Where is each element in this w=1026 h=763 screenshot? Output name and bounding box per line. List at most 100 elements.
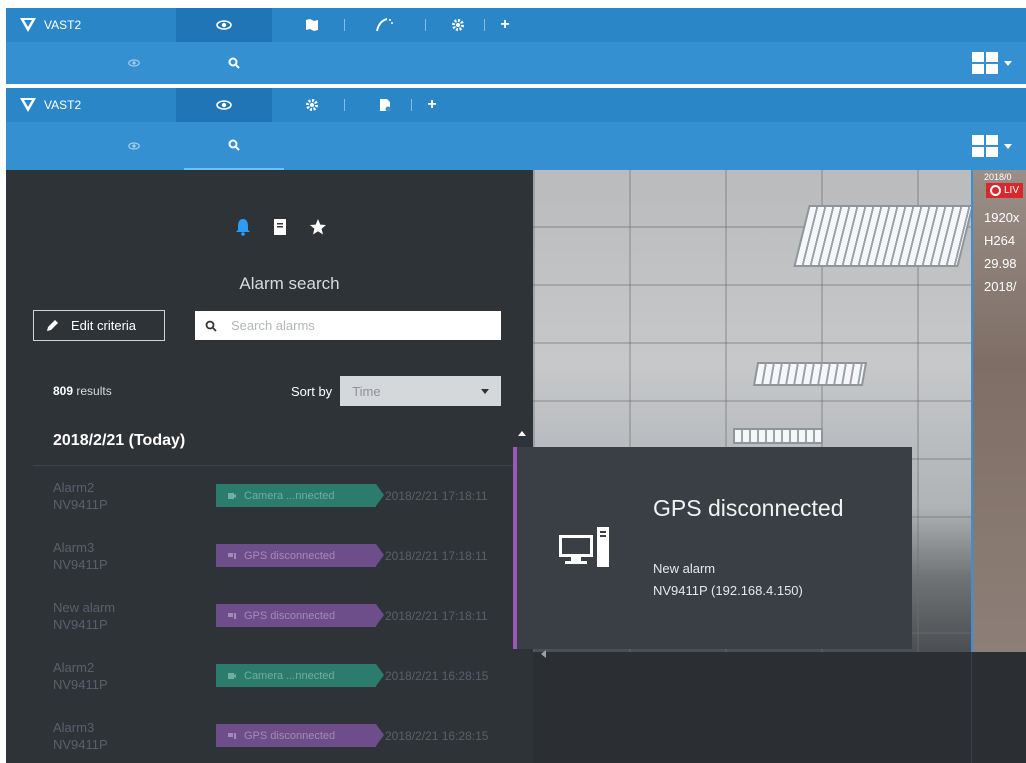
sort-label: Sort by — [291, 383, 333, 399]
add-tab-button[interactable]: + — [422, 88, 442, 122]
alarm-time: 2018/2/21 17:18:11 — [385, 549, 488, 563]
alarm-type-tag: GPS disconnected — [216, 604, 384, 627]
results-number: 809 — [53, 384, 74, 398]
brand-name: VAST2 — [44, 18, 82, 32]
panel-mode-icons — [6, 218, 533, 236]
camera-icon — [228, 492, 236, 499]
search-icon — [205, 320, 217, 332]
alarm-name: New alarm — [53, 600, 116, 615]
edit-criteria-button[interactable]: Edit criteria — [33, 310, 165, 341]
alarm-time: 2018/2/21 17:18:11 — [385, 609, 488, 623]
add-tab-button[interactable]: + — [495, 8, 515, 42]
osd-resolution: 1920x — [984, 210, 1020, 225]
alarm-list-item[interactable]: New alarm NV9411P GPS disconnected 2018/… — [6, 594, 533, 654]
search-alarms-input[interactable] — [231, 318, 481, 333]
alarm-time: 2018/2/21 16:28:15 — [385, 729, 489, 743]
bell-icon[interactable] — [235, 218, 251, 236]
tab-liveview[interactable] — [176, 8, 272, 42]
collapse-panel-icon[interactable] — [541, 650, 546, 658]
brand[interactable]: VAST2 — [6, 98, 176, 112]
layout-selector[interactable] — [972, 135, 1012, 157]
osd-date: 2018/ — [984, 279, 1017, 294]
alarm-device: NV9411P — [53, 557, 108, 572]
alarm-list-item[interactable]: Alarm2 NV9411P Camera ...nnected 2018/2/… — [6, 654, 533, 714]
sort-control: Sort by Time — [291, 376, 502, 406]
star-icon[interactable] — [309, 218, 327, 236]
scroll-up-icon[interactable] — [518, 431, 526, 436]
alarm-tag-label: GPS disconnected — [244, 729, 336, 742]
alarm-type-tag: GPS disconnected — [216, 544, 384, 567]
brand-name: VAST2 — [44, 98, 82, 112]
sub-tab-view[interactable] — [84, 122, 184, 170]
chevron-down-icon — [481, 388, 490, 394]
alarm-list-item[interactable]: Alarm3 NV9411P GPS disconnected 2018/2/2… — [6, 714, 533, 763]
layout-grid-icon — [972, 135, 998, 157]
sub-tab-search[interactable] — [184, 122, 284, 170]
brand[interactable]: VAST2 — [6, 18, 176, 32]
chevron-down-icon — [1004, 60, 1012, 66]
analytics-icon — [376, 18, 393, 32]
eye-icon — [128, 59, 140, 67]
vivotek-logo-icon — [20, 18, 36, 32]
alarm-notification-popup[interactable]: GPS disconnected New alarm NV9411P (192.… — [513, 447, 912, 649]
alarm-name: Alarm3 — [53, 540, 95, 555]
pencil-icon — [47, 320, 58, 331]
tab-settings[interactable] — [272, 88, 352, 122]
computer-icon — [559, 527, 609, 567]
alarm-name: Alarm3 — [53, 720, 95, 735]
osd-timestamp: 2018/0 — [984, 172, 1012, 182]
alarm-device: NV9411P — [53, 737, 108, 752]
tab-file-settings[interactable] — [345, 88, 425, 122]
ceiling-light — [733, 428, 823, 444]
live-label: LIV — [1004, 185, 1020, 196]
alarm-tag-label: Camera ...nnected — [244, 489, 335, 502]
computer-icon — [228, 612, 236, 619]
alarm-device: NV9411P — [53, 497, 108, 512]
map-icon — [306, 19, 318, 31]
eye-icon — [216, 100, 232, 110]
popup-title: GPS disconnected — [653, 495, 844, 521]
top-bar-primary: VAST2 + — [6, 8, 1026, 42]
chevron-down-icon — [1004, 143, 1012, 149]
alarm-type-tag: Camera ...nnected — [216, 484, 384, 507]
alarm-device: NV9411P — [53, 677, 108, 692]
computer-icon — [228, 552, 236, 559]
tab-settings[interactable] — [418, 8, 498, 42]
sub-tab-view[interactable] — [84, 42, 184, 84]
popup-alarm-name: New alarm — [653, 561, 716, 576]
alarm-list-item[interactable]: Alarm2 NV9411P Camera ...nnected 2018/2/… — [6, 474, 533, 534]
layout-grid-icon — [972, 52, 998, 74]
alarm-type-tag: Camera ...nnected — [216, 664, 384, 687]
sub-bar-primary — [6, 42, 1026, 84]
sub-tab-search[interactable] — [184, 42, 284, 84]
eye-icon — [216, 20, 232, 30]
alarm-tag-label: GPS disconnected — [244, 549, 336, 562]
alarm-search-panel: Alarm search Edit criteria 809 results S… — [6, 170, 533, 763]
document-icon[interactable] — [273, 218, 287, 236]
search-icon — [228, 57, 240, 69]
popup-device: NV9411P (192.168.4.150) — [653, 583, 803, 598]
alarm-type-tag: GPS disconnected — [216, 724, 384, 747]
sort-select[interactable]: Time — [340, 376, 502, 406]
computer-icon — [228, 732, 236, 739]
camera-icon — [228, 672, 236, 679]
tab-separator — [411, 99, 412, 111]
sort-value: Time — [352, 383, 381, 399]
tab-analytics[interactable] — [345, 8, 425, 42]
alarm-device: NV9411P — [53, 617, 108, 632]
tab-map[interactable] — [272, 8, 352, 42]
alarm-time: 2018/2/21 17:18:11 — [385, 489, 488, 503]
empty-tile-area — [533, 652, 1026, 763]
panel-title: Alarm search — [239, 274, 340, 293]
osd-fps: 29.98 — [984, 256, 1017, 271]
layout-selector[interactable] — [972, 52, 1012, 74]
gear-icon — [306, 99, 318, 111]
eye-icon — [128, 142, 140, 150]
search-icon — [228, 139, 240, 151]
divider — [33, 465, 533, 466]
tab-separator — [484, 19, 485, 31]
alarm-list-item[interactable]: Alarm3 NV9411P GPS disconnected 2018/2/2… — [6, 534, 533, 594]
tab-liveview[interactable] — [176, 88, 272, 122]
search-alarms-field[interactable] — [195, 311, 501, 340]
results-count: 809 results — [53, 384, 112, 398]
